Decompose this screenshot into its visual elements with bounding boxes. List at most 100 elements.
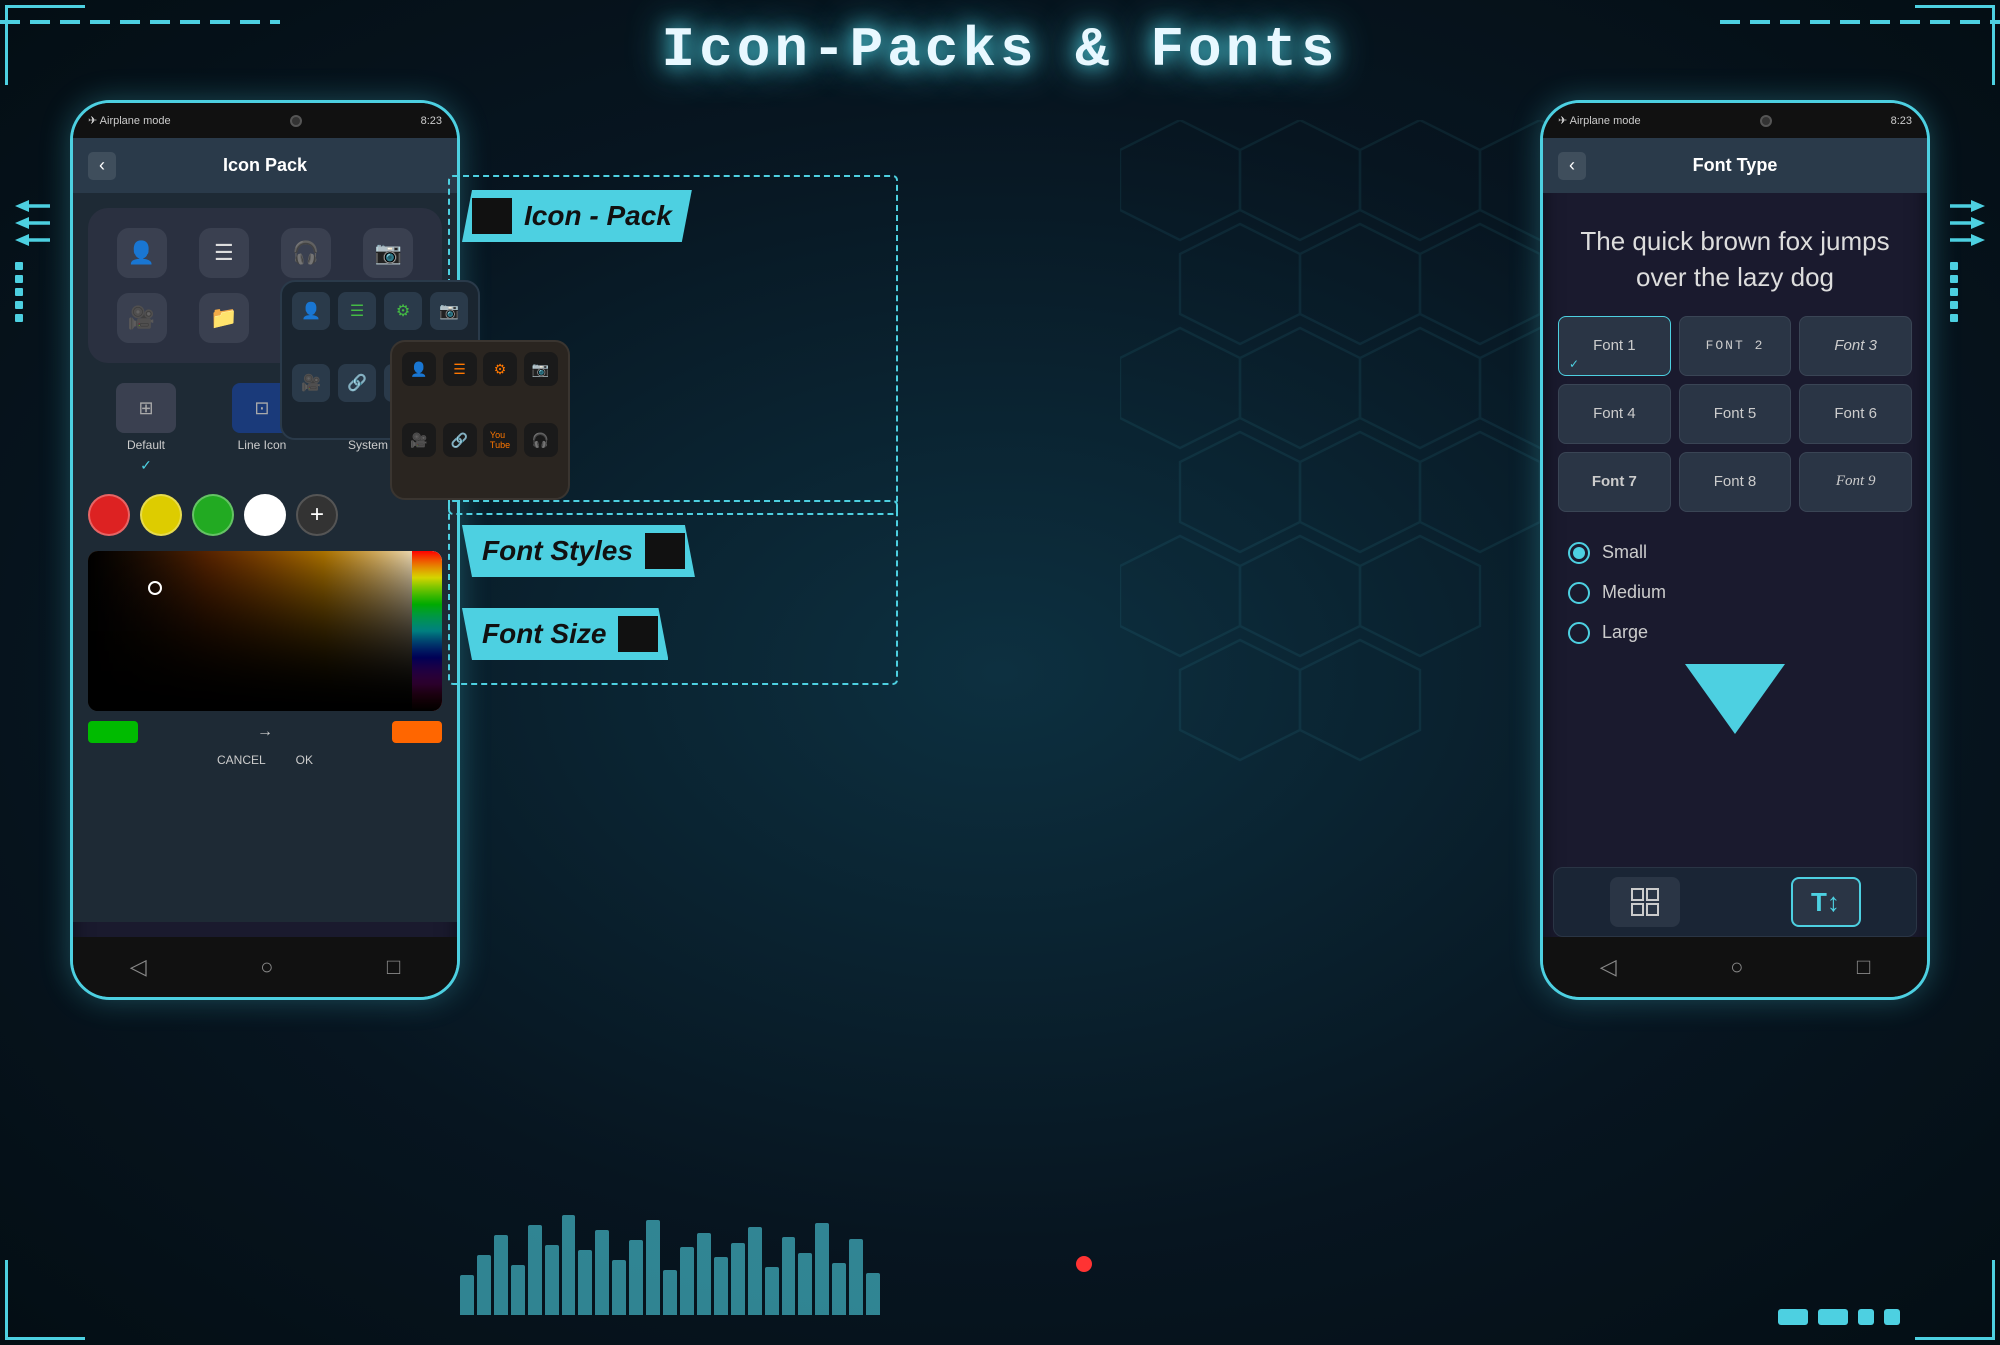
toolbar-icon-font[interactable]: T↕ (1791, 877, 1861, 927)
cancel-button[interactable]: CANCEL (217, 753, 266, 767)
eq-bar-11 (629, 1240, 643, 1315)
color-picker-gradient[interactable] (88, 551, 442, 711)
icon-type-default-thumb: ⊞ (116, 383, 176, 433)
font-btn-8[interactable]: Font 8 (1679, 452, 1792, 512)
eq-bar-25 (866, 1273, 880, 1315)
right-phone-status-bar: ✈ Airplane mode 8:23 (1543, 103, 1927, 138)
font-btn-7[interactable]: Font 7 (1558, 452, 1671, 512)
left-phone-header: ‹ Icon Pack (73, 138, 457, 193)
font-btn-6[interactable]: Font 6 (1799, 384, 1912, 444)
eq-bar-1 (460, 1275, 474, 1315)
color-green[interactable] (192, 494, 234, 536)
font-3-label: Font 3 (1834, 337, 1877, 354)
banner-font-size-text: Font Size (482, 618, 606, 650)
icon-messages: ☰ (190, 228, 257, 278)
size-small[interactable]: Small (1568, 542, 1902, 564)
eq-bar-21 (798, 1253, 812, 1315)
eq-bar-7 (562, 1215, 576, 1315)
font-btn-5[interactable]: Font 5 (1679, 384, 1792, 444)
camera-notch-right (1760, 115, 1772, 127)
fp-messages: ☰ (338, 292, 376, 330)
icon-headphones-thumb: 🎧 (281, 228, 331, 278)
eq-bar-13 (663, 1270, 677, 1315)
right-phone-title: Font Type (1596, 155, 1874, 176)
icon-contacts-thumb: 👤 (117, 228, 167, 278)
size-large[interactable]: Large (1568, 622, 1902, 644)
font-1-label: Font 1 (1593, 337, 1636, 354)
add-color-button[interactable]: + (296, 494, 338, 536)
font-btn-1[interactable]: Font 1 ✓ (1558, 316, 1671, 376)
nav-dot-1 (1778, 1309, 1808, 1325)
size-medium[interactable]: Medium (1568, 582, 1902, 604)
font-btn-2[interactable]: FONT 2 (1679, 316, 1792, 376)
eq-bar-12 (646, 1220, 660, 1315)
font-9-label: Font 9 (1836, 473, 1876, 490)
back-button-left[interactable]: ‹ (88, 152, 116, 180)
eq-bar-5 (528, 1225, 542, 1315)
eq-bar-6 (545, 1245, 559, 1315)
arrow-icon: → (257, 723, 273, 741)
icon-camera: 📷 (355, 228, 422, 278)
font-grid: Font 1 ✓ FONT 2 Font 3 Font 4 Font 5 Fon… (1543, 316, 1927, 512)
color-white[interactable] (244, 494, 286, 536)
left-phone: ✈ Airplane mode 8:23 ‹ Icon Pack 👤 ☰ 🎧 📷… (70, 100, 460, 1000)
fo-link: 🔗 (443, 423, 477, 457)
nav-back-icon[interactable]: ◁ (130, 954, 147, 980)
nav-recent-icon[interactable]: □ (387, 954, 400, 980)
font-7-label: Font 7 (1592, 473, 1637, 490)
right-phone-nav: ◁ ○ □ (1543, 937, 1927, 997)
fp-video2: 🎥 (292, 364, 330, 402)
left-phone-nav: ◁ ○ □ (73, 937, 457, 997)
banner-font-styles: Font Styles (462, 525, 695, 577)
camera-notch (290, 115, 302, 127)
icon-type-default[interactable]: ⊞ Default ✓ (116, 383, 176, 474)
corner-decoration-br (1915, 1260, 1995, 1340)
top-header: Icon-Packs & Fonts (0, 0, 2000, 90)
size-small-label: Small (1602, 542, 1647, 563)
left-phone-title: Icon Pack (126, 155, 404, 176)
fp-settings: ⚙ (384, 292, 422, 330)
triangle-indicator (1543, 664, 1927, 734)
ok-button[interactable]: OK (296, 753, 313, 767)
icon-folder-thumb: 📁 (199, 293, 249, 343)
color-from-swatch (88, 721, 138, 743)
fp-link: 🔗 (338, 364, 376, 402)
font-1-check: ✓ (1569, 357, 1579, 371)
icon-folder: 📁 (190, 293, 257, 343)
eq-bar-19 (765, 1267, 779, 1315)
font-btn-3[interactable]: Font 3 (1799, 316, 1912, 376)
nav-dot-2 (1818, 1309, 1848, 1325)
status-airplane-right: ✈ Airplane mode (1558, 114, 1641, 127)
nav-home-icon-right[interactable]: ○ (1730, 954, 1743, 980)
eq-bar-18 (748, 1227, 762, 1315)
eq-bar-17 (731, 1243, 745, 1315)
toolbar-icon-grid[interactable] (1610, 877, 1680, 927)
equalizer-bars (460, 1215, 880, 1315)
eq-bar-15 (697, 1233, 711, 1315)
nav-back-icon-right[interactable]: ◁ (1600, 954, 1617, 980)
eq-bar-14 (680, 1247, 694, 1315)
eq-bar-3 (494, 1235, 508, 1315)
status-airplane: ✈ Airplane mode (88, 114, 171, 127)
font-type-icon: T↕ (1811, 887, 1840, 918)
color-hue-strip[interactable] (412, 551, 442, 711)
radio-small-inner (1573, 547, 1585, 559)
fo-headphones: 🎧 (524, 423, 558, 457)
eq-bar-4 (511, 1265, 525, 1315)
color-red[interactable] (88, 494, 130, 536)
font-btn-4[interactable]: Font 4 (1558, 384, 1671, 444)
nav-dot-3 (1858, 1309, 1874, 1325)
nav-recent-icon-right[interactable]: □ (1857, 954, 1870, 980)
icon-headphones: 🎧 (273, 228, 340, 278)
font-preview: The quick brown fox jumps over the lazy … (1543, 193, 1927, 316)
font-5-label: Font 5 (1714, 405, 1757, 422)
nav-home-icon[interactable]: ○ (260, 954, 273, 980)
grid-icon (1630, 887, 1660, 917)
back-button-right[interactable]: ‹ (1558, 152, 1586, 180)
font-btn-9[interactable]: Font 9 (1799, 452, 1912, 512)
color-yellow[interactable] (140, 494, 182, 536)
bottom-nav-indicators (1778, 1309, 1900, 1325)
eq-bar-9 (595, 1230, 609, 1315)
right-phone-header: ‹ Font Type (1543, 138, 1927, 193)
icon-video-thumb: 🎥 (117, 293, 167, 343)
